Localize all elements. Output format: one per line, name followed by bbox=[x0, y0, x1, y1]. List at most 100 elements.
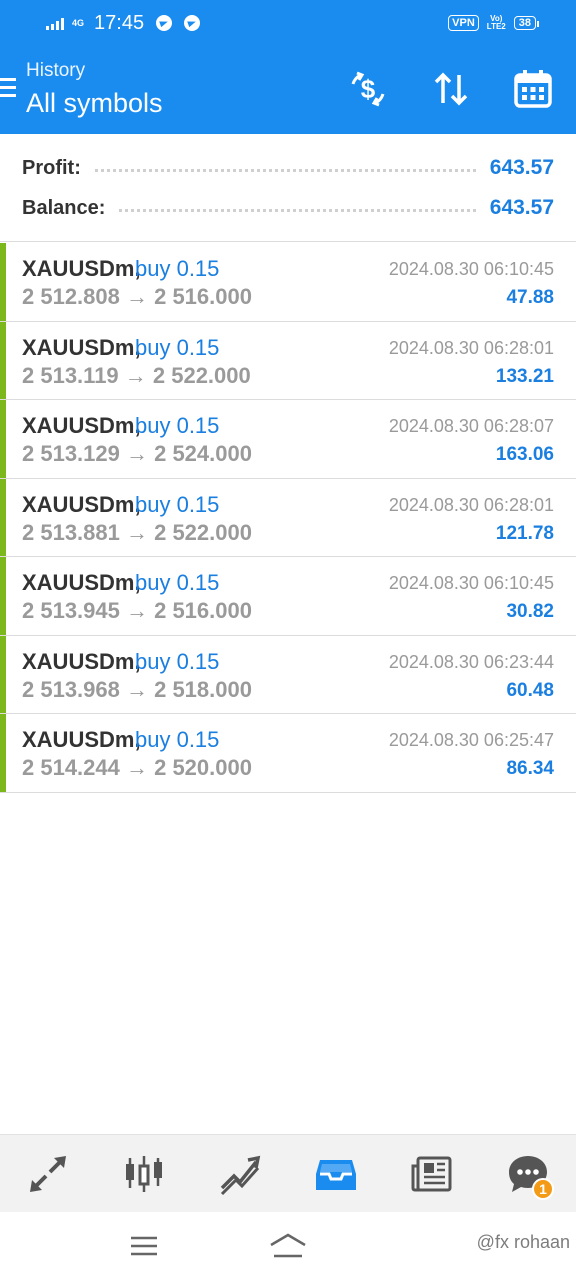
deal-symbol: XAUUSDm, bbox=[22, 570, 141, 595]
deal-row[interactable]: XAUUSDm, buy 0.15 2024.08.30 06:28:01 2 … bbox=[0, 321, 576, 400]
deal-side: buy 0.15 bbox=[135, 570, 220, 595]
buy-indicator bbox=[0, 243, 6, 321]
account-summary: Profit: 643.57 Balance: 643.57 bbox=[0, 134, 576, 242]
status-time: 17:45 bbox=[94, 11, 145, 34]
currency-exchange-svg: $ bbox=[351, 71, 385, 107]
deal-side: buy 0.15 bbox=[135, 334, 220, 360]
quotes-svg bbox=[30, 1155, 66, 1192]
watermark-text: @fx rohaan bbox=[476, 1232, 570, 1252]
deal-prices: 2 513.129 → 2 524.000 bbox=[22, 441, 252, 466]
trade-svg bbox=[220, 1155, 261, 1195]
chart-svg bbox=[126, 1155, 162, 1192]
deal-row[interactable]: XAUUSDm, buy 0.15 2024.08.30 06:10:45 2 … bbox=[0, 557, 576, 636]
bottom-nav: 1 bbox=[0, 1134, 576, 1212]
home-button[interactable] bbox=[268, 1230, 308, 1262]
calendar-svg bbox=[514, 70, 552, 108]
calendar-icon[interactable] bbox=[508, 64, 558, 114]
deal-prices: 2 514.244 → 2 520.000 bbox=[22, 755, 252, 780]
app-bar: History All symbols $ bbox=[0, 46, 576, 134]
deal-prices: 2 513.881 → 2 522.000 bbox=[22, 519, 252, 545]
deal-prices: 2 513.119 → 2 522.000 bbox=[22, 362, 251, 388]
dotted-leader bbox=[94, 168, 476, 172]
deal-time: 2024.08.30 06:28:01 bbox=[388, 494, 554, 515]
sort-svg bbox=[434, 72, 468, 106]
menu-line bbox=[0, 78, 16, 81]
deal-symbol: XAUUSDm, bbox=[22, 413, 141, 438]
telegram-icon bbox=[156, 15, 173, 31]
deal-time: 2024.08.30 06:10:45 bbox=[388, 573, 554, 593]
menu-button[interactable] bbox=[0, 78, 18, 102]
deal-symbol: XAUUSDm, bbox=[22, 334, 141, 360]
buy-indicator bbox=[0, 400, 6, 478]
network-type: 4G bbox=[72, 17, 85, 28]
menu-line bbox=[0, 86, 16, 89]
deal-time: 2024.08.30 06:25:47 bbox=[388, 730, 554, 750]
profit-row: Profit: 643.57 bbox=[22, 153, 554, 183]
svg-text:$: $ bbox=[361, 74, 376, 104]
deal-profit: 47.88 bbox=[506, 287, 554, 308]
balance-label: Balance: bbox=[22, 196, 106, 219]
deal-profit: 163.06 bbox=[495, 444, 554, 465]
deal-row[interactable]: XAUUSDm, buy 0.15 2024.08.30 06:28:01 2 … bbox=[0, 478, 576, 557]
buy-indicator bbox=[0, 635, 6, 713]
deal-row[interactable]: XAUUSDm, buy 0.15 2024.08.30 06:10:45 2 … bbox=[0, 243, 576, 322]
deal-row[interactable]: XAUUSDm, buy 0.15 2024.08.30 06:28:07 2 … bbox=[0, 400, 576, 479]
deal-profit: 86.34 bbox=[506, 758, 554, 779]
deal-row[interactable]: XAUUSDm, buy 0.15 2024.08.30 06:25:47 2 … bbox=[0, 714, 576, 793]
balance-row: Balance: 643.57 bbox=[22, 193, 554, 223]
deal-symbol: XAUUSDm, bbox=[22, 256, 141, 281]
buy-indicator bbox=[0, 321, 6, 399]
symbol-filter-title[interactable]: All symbols bbox=[26, 88, 163, 119]
recents-button[interactable] bbox=[124, 1230, 164, 1262]
news-svg bbox=[411, 1156, 452, 1191]
telegram-icon-2 bbox=[184, 15, 201, 31]
buy-indicator bbox=[0, 478, 6, 556]
profit-value: 643.57 bbox=[489, 156, 554, 179]
menu-line bbox=[0, 94, 16, 97]
deal-side: buy 0.15 bbox=[135, 727, 220, 752]
volte-bottom: LTE2 bbox=[486, 22, 506, 31]
chat-icon[interactable]: 1 bbox=[496, 1142, 560, 1206]
currency-exchange-icon[interactable]: $ bbox=[343, 64, 393, 114]
buy-indicator bbox=[0, 714, 6, 792]
history-icon[interactable] bbox=[304, 1142, 368, 1206]
deal-side: buy 0.15 bbox=[135, 491, 220, 517]
deal-profit: 60.48 bbox=[506, 679, 554, 701]
deal-side: buy 0.15 bbox=[135, 256, 220, 281]
home-svg bbox=[270, 1233, 306, 1258]
deal-time: 2024.08.30 06:28:01 bbox=[388, 337, 554, 358]
status-left: 4G 17:45 bbox=[46, 11, 201, 35]
battery-icon: 38 bbox=[513, 16, 540, 30]
chat-badge: 1 bbox=[532, 1177, 554, 1200]
signal-icon bbox=[46, 16, 64, 30]
trade-icon[interactable] bbox=[208, 1142, 272, 1206]
deal-time: 2024.08.30 06:28:07 bbox=[388, 416, 554, 436]
deal-row[interactable]: XAUUSDm, buy 0.15 2024.08.30 06:23:44 2 … bbox=[0, 635, 576, 714]
dotted-leader bbox=[119, 208, 476, 212]
vpn-badge: VPN bbox=[448, 15, 479, 31]
sort-icon[interactable] bbox=[426, 64, 476, 114]
deal-prices: 2 512.808 → 2 516.000 bbox=[22, 284, 252, 309]
deal-side: buy 0.15 bbox=[135, 648, 220, 674]
deals-list: XAUUSDm, buy 0.15 2024.08.30 06:10:45 2 … bbox=[0, 243, 576, 793]
quotes-icon[interactable] bbox=[16, 1142, 80, 1206]
history-svg bbox=[316, 1159, 356, 1190]
system-nav-bar: @fx rohaan bbox=[0, 1212, 576, 1280]
deal-prices: 2 513.968 → 2 518.000 bbox=[22, 676, 252, 702]
deal-prices: 2 513.945 → 2 516.000 bbox=[22, 598, 252, 623]
screen: 4G 17:45 VPN Vo) LTE2 38 History All sym… bbox=[0, 0, 576, 1280]
buy-indicator bbox=[0, 557, 6, 635]
deal-side: buy 0.15 bbox=[135, 413, 220, 438]
deal-profit: 30.82 bbox=[506, 601, 554, 622]
recents-svg bbox=[131, 1236, 157, 1256]
deal-symbol: XAUUSDm, bbox=[22, 727, 141, 752]
deal-symbol: XAUUSDm, bbox=[22, 491, 141, 517]
balance-value: 643.57 bbox=[489, 196, 554, 219]
deal-time: 2024.08.30 06:10:45 bbox=[388, 259, 554, 279]
deal-profit: 133.21 bbox=[495, 365, 554, 387]
profit-label: Profit: bbox=[22, 156, 81, 179]
chart-icon[interactable] bbox=[112, 1142, 176, 1206]
news-icon[interactable] bbox=[400, 1142, 464, 1206]
deal-symbol: XAUUSDm, bbox=[22, 648, 141, 674]
deal-time: 2024.08.30 06:23:44 bbox=[388, 651, 554, 672]
